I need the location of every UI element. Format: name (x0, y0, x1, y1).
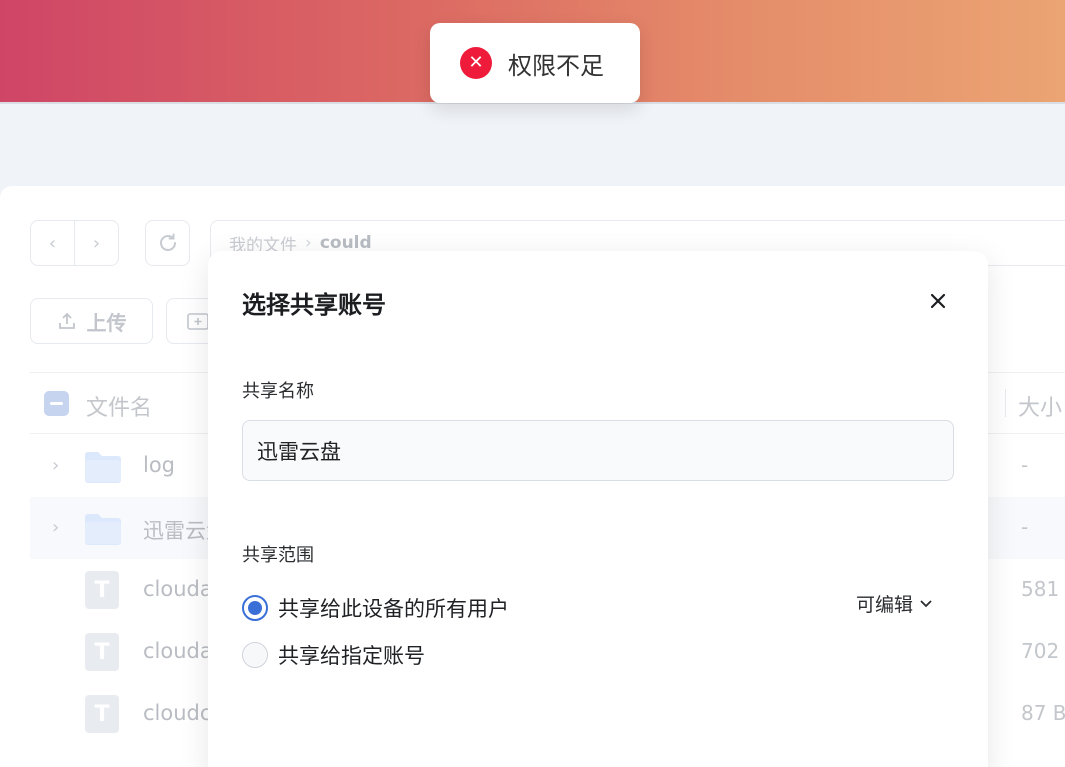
option-all-users-label: 共享给此设备的所有用户 (278, 597, 509, 621)
file-size: 702 (1021, 639, 1060, 663)
chevron-right-icon[interactable]: › (52, 517, 59, 538)
share-name-input[interactable] (242, 420, 954, 481)
chevron-right-icon[interactable]: › (52, 455, 59, 476)
option-specific-account-label: 共享给指定账号 (278, 644, 425, 668)
file-name: log (143, 453, 176, 477)
select-all-checkbox[interactable] (44, 391, 69, 416)
forward-button[interactable]: › (74, 221, 118, 265)
file-size: - (1021, 453, 1029, 477)
column-name[interactable]: 文件名 (86, 390, 152, 422)
upload-button[interactable]: 上传 (30, 298, 153, 344)
file-size: 87 B (1021, 701, 1065, 725)
close-button[interactable] (924, 287, 952, 315)
back-button[interactable]: ‹ (31, 221, 74, 265)
radio-specific-account[interactable] (242, 642, 268, 668)
refresh-button[interactable] (145, 220, 190, 266)
column-divider (1005, 389, 1006, 417)
share-scope-label: 共享范围 (242, 545, 314, 566)
toast-message: 权限不足 (508, 51, 604, 80)
option-specific-account[interactable]: 共享给指定账号 (242, 640, 425, 670)
upload-icon (58, 312, 75, 329)
text-file-icon: T (85, 633, 119, 671)
share-account-dialog: 选择共享账号 共享名称 共享范围 共享给此设备的所有用户 可编辑 共享给指定账号 (208, 251, 988, 767)
file-size: 581 (1021, 577, 1060, 601)
column-size[interactable]: 大小 (1018, 390, 1062, 422)
header-band (0, 106, 1065, 186)
error-circle-icon: ✕ (460, 47, 492, 79)
refresh-icon (159, 233, 176, 251)
permission-value: 可编辑 (856, 594, 914, 616)
new-folder-icon (187, 313, 209, 330)
text-file-icon: T (85, 695, 119, 733)
chevron-right-icon: › (305, 233, 312, 253)
file-name: clouda (143, 577, 213, 601)
chevron-left-icon: ‹ (48, 232, 57, 254)
chevron-down-icon (920, 599, 932, 607)
dialog-title: 选择共享账号 (242, 291, 386, 319)
history-nav: ‹ › (30, 220, 119, 266)
file-name: cloudc (143, 701, 212, 725)
radio-all-users[interactable] (242, 595, 268, 621)
folder-icon (85, 514, 121, 545)
option-all-users[interactable]: 共享给此设备的所有用户 (242, 593, 509, 623)
breadcrumb-current: could (319, 233, 372, 253)
text-file-icon: T (85, 571, 119, 609)
error-toast: ✕ 权限不足 (430, 23, 640, 103)
close-icon (930, 293, 946, 309)
chevron-right-icon: › (92, 232, 101, 254)
file-size: - (1021, 515, 1029, 539)
share-name-label: 共享名称 (242, 381, 314, 402)
file-name: clouda (143, 639, 213, 663)
permission-dropdown[interactable]: 可编辑 (856, 590, 933, 617)
folder-icon (85, 452, 121, 483)
upload-label: 上传 (86, 310, 127, 335)
